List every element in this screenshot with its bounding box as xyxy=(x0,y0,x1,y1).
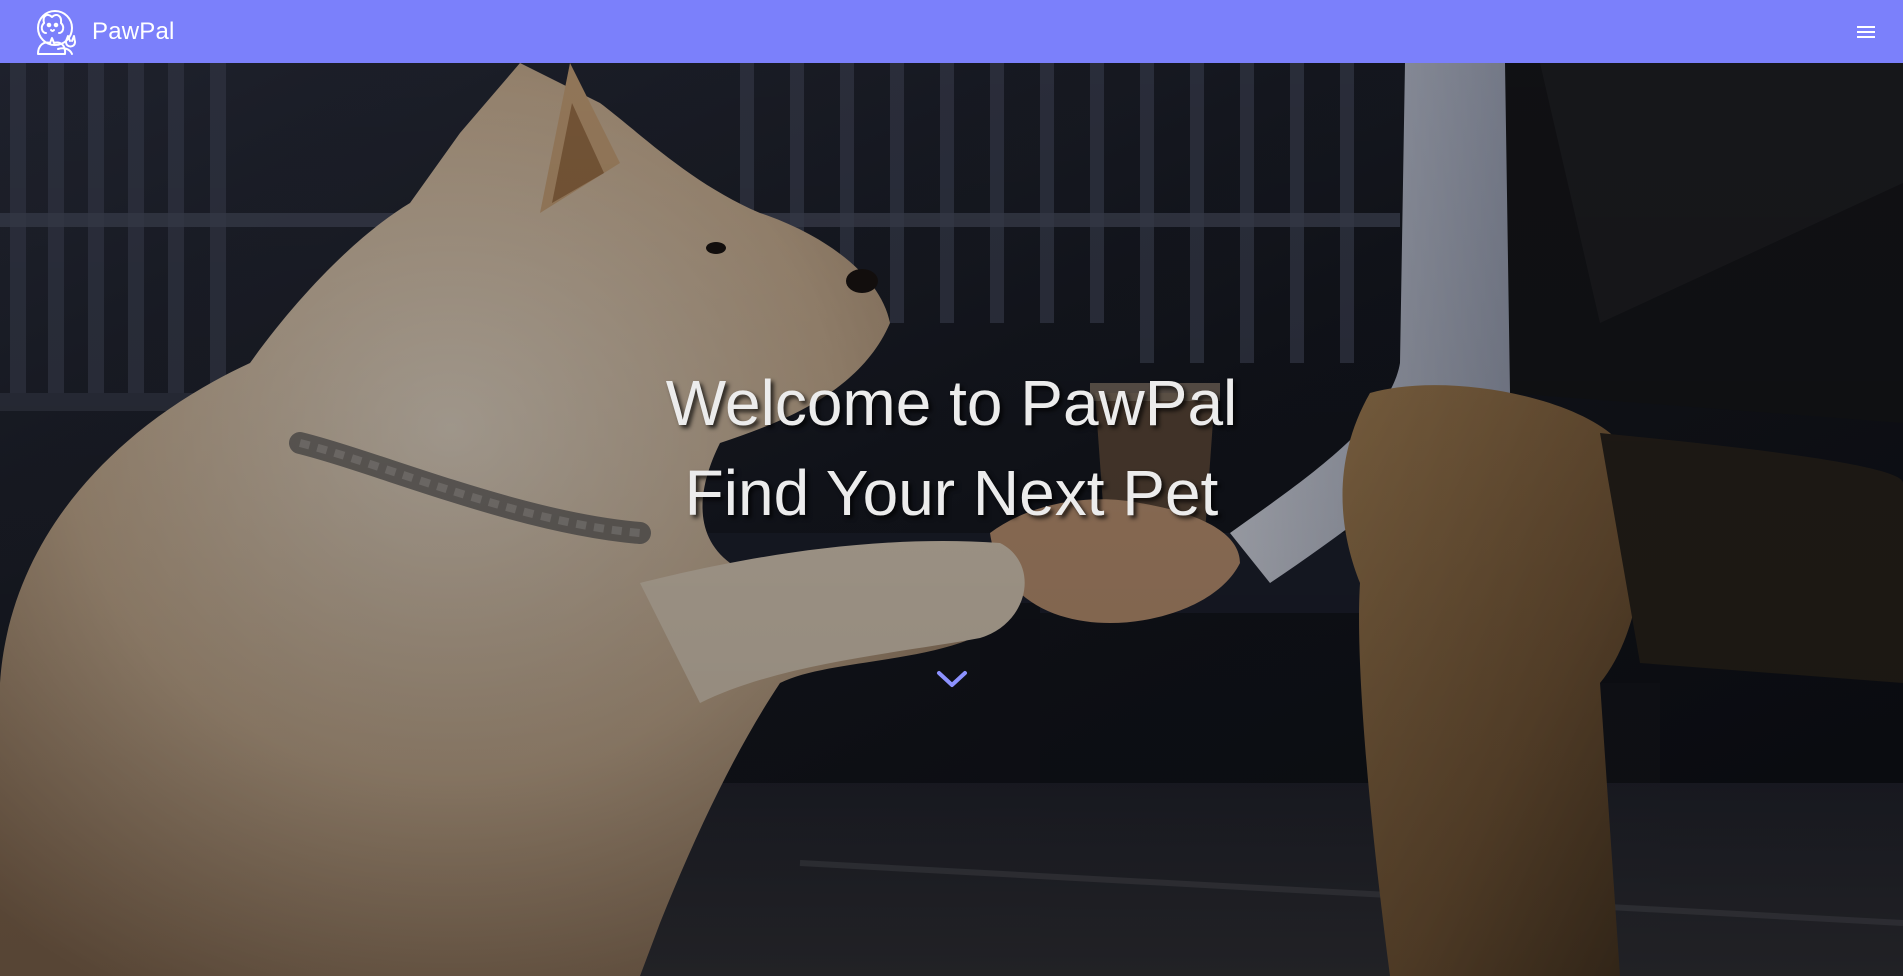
brand-name: PawPal xyxy=(92,17,175,45)
hero-title-line-2: Find Your Next Pet xyxy=(684,457,1219,529)
navbar: PawPal xyxy=(0,0,1903,63)
hero-section: Welcome to PawPal Find Your Next Pet xyxy=(0,63,1903,976)
hamburger-menu-icon[interactable] xyxy=(1853,19,1879,45)
hero-title-line-1: Welcome to PawPal xyxy=(665,367,1238,439)
brand-link[interactable]: PawPal xyxy=(28,5,175,59)
hero-heading: Welcome to PawPal Find Your Next Pet xyxy=(0,358,1903,538)
chevron-down-icon[interactable] xyxy=(935,667,969,691)
dog-cat-logo-icon xyxy=(37,9,76,55)
